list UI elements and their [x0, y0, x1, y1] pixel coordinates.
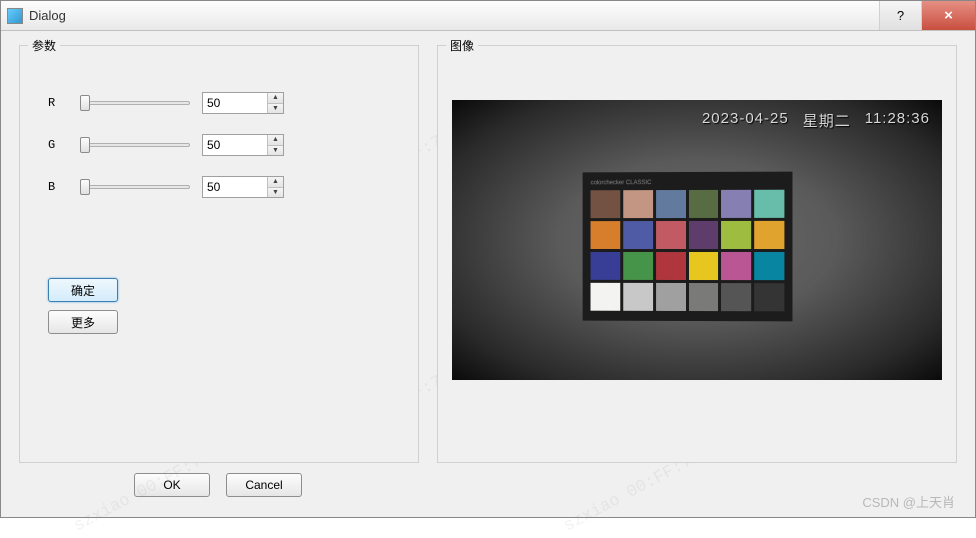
colorchecker-label: colorchecker CLASSIC	[591, 180, 785, 187]
color-swatch	[688, 283, 718, 311]
color-swatch	[721, 252, 751, 280]
footer-watermark: CSDN @上天肖	[862, 492, 955, 511]
ok-button[interactable]: OK	[134, 473, 210, 497]
param-label-r: R	[48, 96, 68, 110]
color-swatch	[623, 283, 653, 311]
image-preview: 2023-04-25 星期二 11:28:36 colorchecker CLA…	[452, 100, 942, 380]
color-swatch	[591, 252, 621, 280]
overlay-date: 2023-04-25	[702, 110, 789, 131]
app-icon	[7, 8, 23, 24]
spinbox-r-value[interactable]: 50	[203, 93, 267, 113]
params-group-title: 参数	[28, 37, 60, 54]
help-button[interactable]: ?	[879, 1, 921, 30]
param-row-b: B 50 ▲ ▼	[34, 166, 404, 208]
slider-g[interactable]	[80, 135, 190, 155]
color-swatch	[656, 252, 686, 280]
spinbox-b-value[interactable]: 50	[203, 177, 267, 197]
color-swatch	[623, 252, 653, 280]
colorchecker-card: colorchecker CLASSIC	[583, 172, 793, 322]
more-button[interactable]: 更多	[48, 310, 118, 334]
color-swatch	[754, 252, 784, 280]
spinbox-g-value[interactable]: 50	[203, 135, 267, 155]
param-label-g: G	[48, 138, 68, 152]
color-swatch	[656, 190, 686, 218]
color-swatch	[688, 190, 718, 218]
spinbox-b[interactable]: 50 ▲ ▼	[202, 176, 284, 198]
color-swatch	[656, 283, 686, 311]
slider-b[interactable]	[80, 177, 190, 197]
color-swatch	[623, 190, 653, 218]
color-swatch	[754, 190, 784, 218]
color-swatch	[754, 283, 784, 311]
image-group-title: 图像	[446, 37, 478, 54]
confirm-button[interactable]: 确定	[48, 278, 118, 302]
image-groupbox: 图像 2023-04-25 星期二 11:28:36 colorchecker …	[437, 45, 957, 463]
param-label-b: B	[48, 180, 68, 194]
spinbox-b-up-icon[interactable]: ▲	[268, 177, 283, 188]
color-swatch	[721, 283, 751, 311]
color-swatch	[591, 221, 621, 249]
spinbox-g-down-icon[interactable]: ▼	[268, 146, 283, 156]
spinbox-g-up-icon[interactable]: ▲	[268, 135, 283, 146]
param-row-r: R 50 ▲ ▼	[34, 82, 404, 124]
color-swatch	[754, 221, 784, 249]
color-swatch	[591, 190, 621, 218]
window-title: Dialog	[29, 8, 879, 23]
spinbox-g[interactable]: 50 ▲ ▼	[202, 134, 284, 156]
overlay-weekday: 星期二	[803, 110, 851, 131]
color-swatch	[623, 221, 653, 249]
overlay-time: 11:28:36	[865, 110, 930, 131]
color-swatch	[656, 221, 686, 249]
color-swatch	[721, 190, 751, 218]
params-groupbox: 参数 R 50 ▲ ▼ G	[19, 45, 419, 463]
param-row-g: G 50 ▲ ▼	[34, 124, 404, 166]
cancel-button[interactable]: Cancel	[226, 473, 302, 497]
image-timestamp-overlay: 2023-04-25 星期二 11:28:36	[702, 110, 930, 131]
color-swatch	[688, 252, 718, 280]
titlebar: Dialog ? ×	[1, 1, 975, 31]
spinbox-r[interactable]: 50 ▲ ▼	[202, 92, 284, 114]
close-button[interactable]: ×	[921, 1, 975, 30]
color-swatch	[591, 283, 621, 311]
color-swatch	[721, 221, 751, 249]
color-swatch	[688, 221, 718, 249]
slider-r[interactable]	[80, 93, 190, 113]
spinbox-r-up-icon[interactable]: ▲	[268, 93, 283, 104]
spinbox-r-down-icon[interactable]: ▼	[268, 104, 283, 114]
spinbox-b-down-icon[interactable]: ▼	[268, 188, 283, 198]
